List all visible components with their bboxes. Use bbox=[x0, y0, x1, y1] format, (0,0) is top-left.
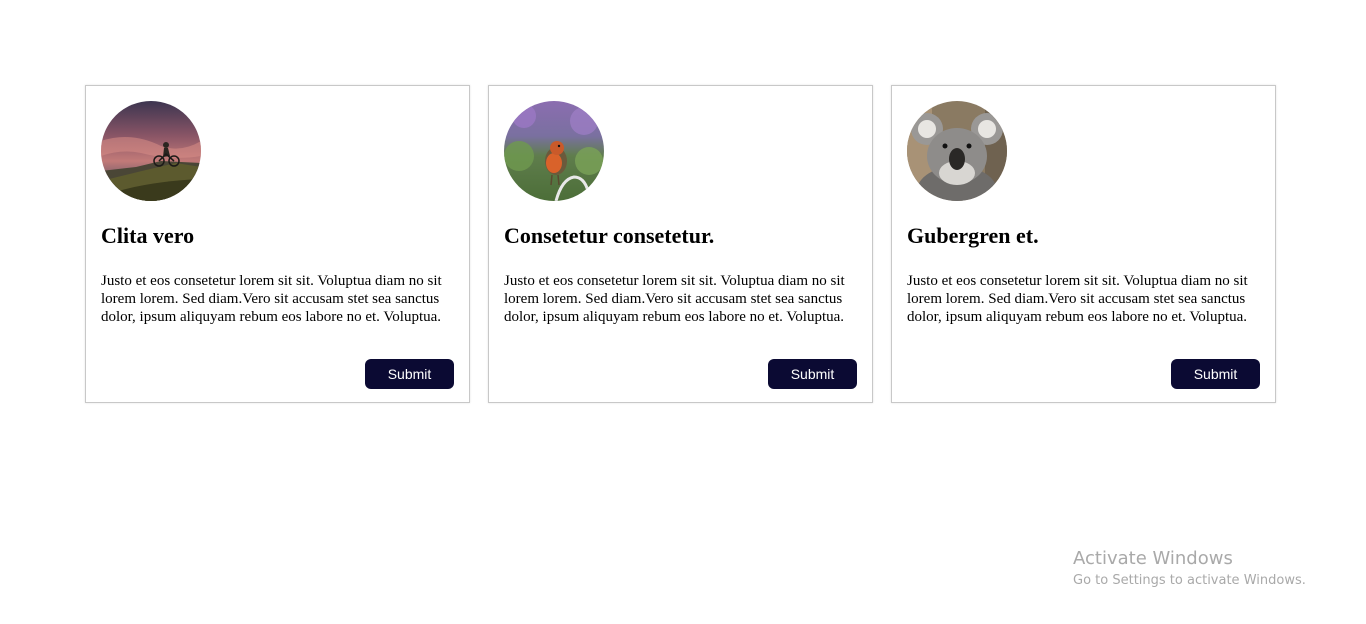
card-text: Justo et eos consetetur lorem sit sit. V… bbox=[504, 273, 845, 325]
activate-windows-watermark: Activate Windows Go to Settings to activ… bbox=[1073, 548, 1306, 592]
card: Clita vero Justo et eos consetetur lorem… bbox=[85, 85, 470, 403]
card: Gubergren et. Justo et eos consetetur lo… bbox=[891, 85, 1276, 403]
card-image-mountain-biker bbox=[101, 101, 201, 201]
submit-button[interactable]: Submit bbox=[768, 359, 857, 389]
submit-button[interactable]: Submit bbox=[365, 359, 454, 389]
card-image-robin bbox=[504, 101, 604, 201]
card-title: Consetetur consetetur. bbox=[504, 223, 715, 248]
card: Consetetur consetetur. Justo et eos cons… bbox=[488, 85, 873, 403]
card-title: Clita vero bbox=[101, 223, 195, 248]
watermark-subtitle: Go to Settings to activate Windows. bbox=[1073, 573, 1306, 588]
card-list: Clita vero Justo et eos consetetur lorem… bbox=[85, 85, 1276, 403]
watermark-title: Activate Windows bbox=[1073, 548, 1233, 569]
card-title: Gubergren et. bbox=[907, 223, 1039, 248]
submit-button[interactable]: Submit bbox=[1171, 359, 1260, 389]
card-text: Justo et eos consetetur lorem sit sit. V… bbox=[101, 273, 442, 325]
card-text: Justo et eos consetetur lorem sit sit. V… bbox=[907, 273, 1248, 325]
card-image-koala bbox=[907, 101, 1007, 201]
